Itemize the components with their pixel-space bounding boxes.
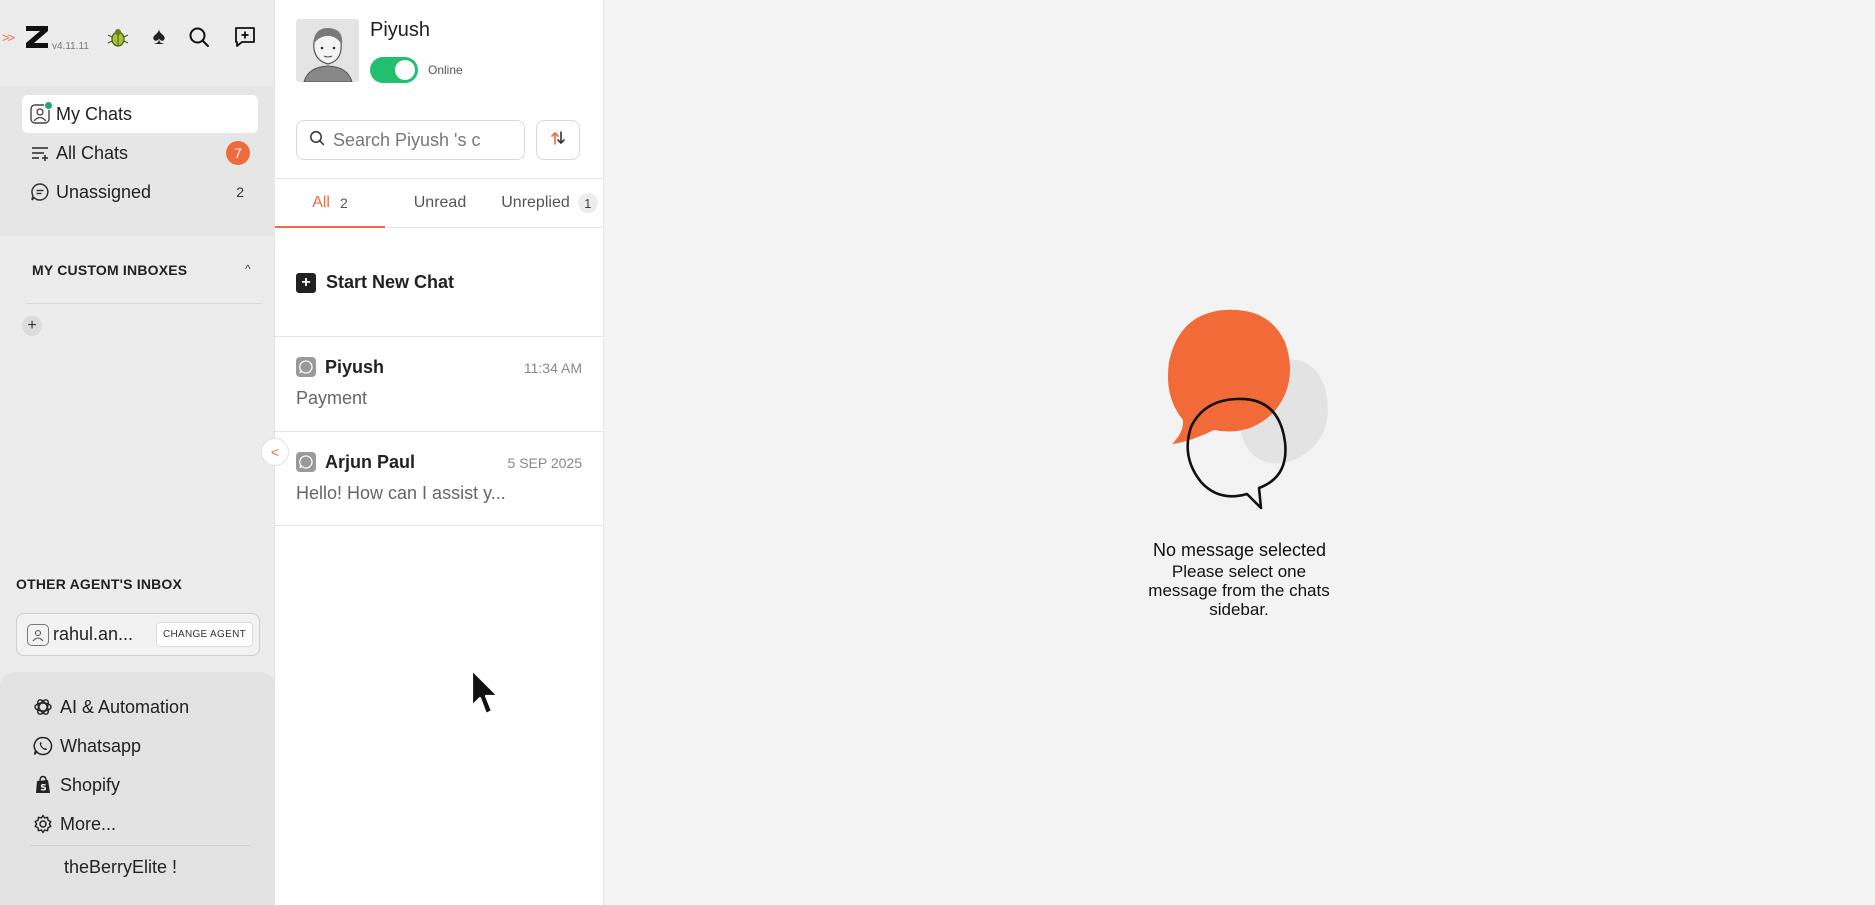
- menu-divider: [30, 845, 250, 846]
- empty-state-title: No message selected: [1152, 540, 1327, 560]
- chat-search-box[interactable]: [296, 120, 525, 160]
- other-agents-title: OTHER AGENT'S INBOX: [16, 576, 183, 592]
- tab-unread[interactable]: Unread: [385, 179, 495, 227]
- menu-item-whatsapp[interactable]: Whatsapp: [32, 735, 141, 757]
- nav-label: Unassigned: [56, 181, 152, 202]
- menu-item-shopify[interactable]: S Shopify: [32, 774, 120, 796]
- tab-label: All: [312, 194, 330, 211]
- chat-preview: Hello! How can I assist y...: [296, 483, 506, 503]
- whatsapp-icon: [296, 452, 316, 472]
- nav-item-all-chats[interactable]: All Chats 7: [22, 134, 258, 172]
- search-icon[interactable]: [186, 24, 212, 50]
- chat-list-item[interactable]: Arjun Paul 5 SEP 2025 Hello! How can I a…: [275, 432, 604, 526]
- gear-icon: [32, 813, 54, 835]
- custom-inboxes-title: MY CUSTOM INBOXES: [32, 262, 188, 278]
- tab-label: Unreplied: [501, 194, 570, 211]
- chevron-up-icon[interactable]: ^: [245, 262, 251, 276]
- agent-display-name: Piyush: [370, 19, 431, 41]
- chat-preview: Payment: [296, 388, 368, 408]
- nav-item-unassigned[interactable]: Unassigned 2: [22, 173, 258, 211]
- primary-nav: My Chats All Chats 7 Unassigned 2: [0, 86, 275, 236]
- sort-button[interactable]: [536, 120, 580, 160]
- plus-icon: +: [296, 272, 316, 293]
- chat-search-input[interactable]: [333, 129, 513, 151]
- whatsapp-icon: [32, 735, 54, 757]
- all-chats-count-badge: 7: [226, 141, 250, 165]
- chat-timestamp: 11:34 AM: [523, 360, 582, 376]
- tab-count-badge: 1: [577, 193, 598, 213]
- online-status-toggle[interactable]: [370, 57, 418, 83]
- new-message-icon[interactable]: [232, 24, 258, 50]
- menu-item-ai-automation[interactable]: AI & Automation: [32, 696, 189, 718]
- svg-text:S: S: [40, 784, 46, 794]
- empty-state-subtitle: Please select one message from the chats…: [1148, 562, 1330, 619]
- nav-item-my-chats[interactable]: My Chats: [22, 95, 258, 133]
- openai-icon: [32, 696, 54, 718]
- section-divider: [26, 303, 262, 304]
- menu-label: Whatsapp: [60, 735, 142, 756]
- tab-unreplied[interactable]: Unreplied 1: [495, 179, 604, 227]
- unassigned-count: 2: [236, 184, 244, 200]
- agent-name: rahul.an...: [53, 624, 134, 644]
- change-agent-button[interactable]: CHANGE AGENT: [155, 622, 253, 647]
- chat-timestamp: 5 SEP 2025: [507, 455, 582, 471]
- agent-selector[interactable]: rahul.an... CHANGE AGENT: [16, 613, 260, 656]
- search-icon: [309, 130, 325, 151]
- shopify-icon: S: [32, 774, 54, 796]
- tab-count: 2: [339, 195, 348, 211]
- online-status-label: Online: [428, 63, 463, 77]
- mouse-cursor-icon: [469, 668, 503, 720]
- chat-list-panel: Piyush Online All 2: [275, 0, 604, 905]
- menu-label: AI & Automation: [60, 696, 190, 717]
- agent-avatar-icon: [30, 101, 53, 124]
- chat-filter-tabs: All 2 Unread Unreplied 1: [275, 178, 604, 228]
- left-sidebar: >> v4.11.11 ♠ My Chats All Chats 7 Unass…: [0, 0, 275, 905]
- start-new-chat-label: Start New Chat: [326, 272, 455, 292]
- menu-label: More...: [60, 813, 117, 834]
- app-logo: [22, 22, 52, 52]
- conversation-pane: No message selected Please select one me…: [604, 0, 1875, 905]
- start-new-chat-button[interactable]: + Start New Chat: [296, 272, 454, 293]
- expand-chevron-icon[interactable]: >>: [2, 30, 15, 45]
- filter-list-icon: [30, 143, 50, 163]
- nav-label: My Chats: [56, 103, 133, 124]
- tab-all[interactable]: All 2: [275, 179, 385, 228]
- add-inbox-button[interactable]: +: [22, 316, 42, 336]
- menu-label: Shopify: [60, 774, 121, 795]
- chat-contact-name: Piyush: [325, 357, 385, 377]
- row-divider: [275, 525, 604, 526]
- sort-arrows-icon: [549, 128, 567, 153]
- agent-profile-photo[interactable]: [296, 19, 359, 82]
- chat-contact-name: Arjun Paul: [325, 452, 416, 472]
- agent-avatar-icon: [27, 623, 49, 646]
- bug-icon[interactable]: [105, 24, 131, 50]
- app-version: v4.11.11: [52, 41, 89, 52]
- tab-label: Unread: [413, 194, 467, 211]
- chat-bubbles-illustration: [1129, 302, 1359, 522]
- store-name[interactable]: theBerryElite !: [64, 857, 177, 878]
- nav-label: All Chats: [56, 142, 129, 163]
- spade-icon[interactable]: ♠: [146, 24, 172, 50]
- integrations-menu: AI & Automation Whatsapp S Shopify More.…: [0, 672, 275, 905]
- whatsapp-icon: [296, 357, 316, 377]
- chat-bubble-icon: [30, 182, 50, 202]
- menu-item-more[interactable]: More...: [32, 813, 116, 835]
- collapse-chevron-icon[interactable]: <: [261, 438, 289, 466]
- chat-list-item[interactable]: Piyush 11:34 AM Payment: [275, 337, 604, 431]
- online-status-dot: [44, 101, 53, 110]
- sidebar-topbar: >> v4.11.11 ♠: [0, 18, 275, 58]
